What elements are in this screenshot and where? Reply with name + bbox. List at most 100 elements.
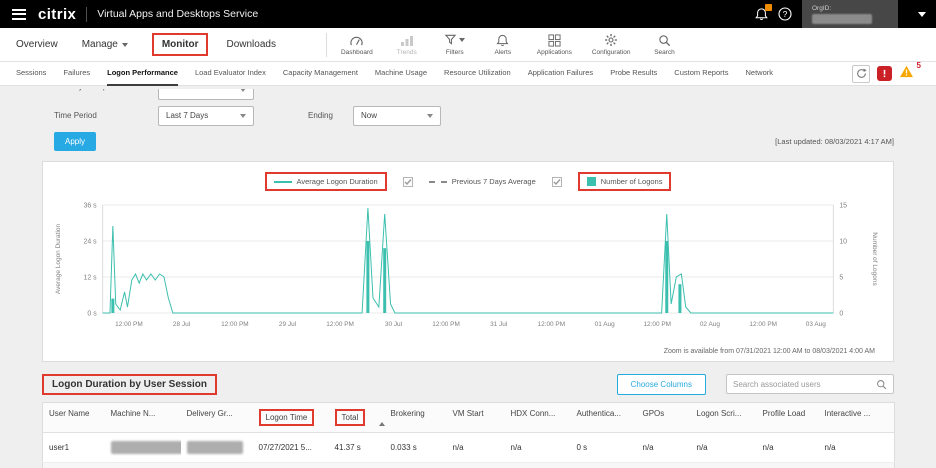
col-logon-scripts[interactable]: Logon Scri... xyxy=(691,403,757,433)
col-delivery-group[interactable]: Delivery Gr... xyxy=(181,403,253,433)
refresh-icon xyxy=(856,68,867,79)
error-alert-icon[interactable] xyxy=(877,66,892,81)
redacted-machine-name xyxy=(111,441,181,454)
delivery-group-label: Delivery Group xyxy=(54,89,107,91)
time-period-select[interactable]: Last 7 Days xyxy=(158,106,254,126)
svg-text:24 s: 24 s xyxy=(84,238,98,245)
svg-text:31 Jul: 31 Jul xyxy=(490,321,507,328)
chart-legend: Average Logon Duration Previous 7 Days A… xyxy=(51,172,885,191)
filters-button[interactable]: Filters xyxy=(441,33,469,56)
tab-machine-usage[interactable]: Machine Usage xyxy=(375,62,427,86)
svg-text:29 Jul: 29 Jul xyxy=(279,321,296,328)
nav-tools: Dashboard Trends Filters Alerts Applicat… xyxy=(341,33,679,56)
svg-text:30 Jul: 30 Jul xyxy=(385,321,402,328)
legend-average-logon-duration: Average Logon Duration xyxy=(265,172,387,191)
applications-button[interactable]: Applications xyxy=(537,33,572,56)
top-bar: citrix Virtual Apps and Desktops Service… xyxy=(0,0,936,28)
tab-capacity-management[interactable]: Capacity Management xyxy=(283,62,358,86)
dashed-line-swatch-icon xyxy=(429,181,447,183)
svg-text:12:00 PM: 12:00 PM xyxy=(643,321,671,328)
col-user-name[interactable]: User Name xyxy=(43,403,105,433)
tab-probe-results[interactable]: Probe Results xyxy=(610,62,657,86)
ending-select[interactable]: Now xyxy=(353,106,441,126)
col-profile-load[interactable]: Profile Load xyxy=(757,403,819,433)
svg-text:Average Logon Duration: Average Logon Duration xyxy=(55,223,62,294)
svg-text:28 Jul: 28 Jul xyxy=(173,321,190,328)
checkmark-icon xyxy=(553,178,561,186)
nav-item-manage[interactable]: Manage xyxy=(82,39,128,50)
col-authentication[interactable]: Authentica... xyxy=(571,403,637,433)
tab-logon-performance[interactable]: Logon Performance xyxy=(107,62,178,86)
dashboard-button[interactable]: Dashboard xyxy=(341,33,373,56)
funnel-icon xyxy=(444,33,457,48)
tab-load-evaluator-index[interactable]: Load Evaluator Index xyxy=(195,62,266,86)
associated-users-search[interactable] xyxy=(726,374,894,394)
col-hdx-connection[interactable]: HDX Conn... xyxy=(505,403,571,433)
apply-button[interactable]: Apply xyxy=(54,132,96,151)
gauge-icon xyxy=(349,33,364,47)
main-nav-bar: Overview Manage Monitor Downloads Dashbo… xyxy=(0,28,936,62)
svg-text:12 s: 12 s xyxy=(84,274,98,281)
nav-item-downloads[interactable]: Downloads xyxy=(226,39,275,50)
svg-text:02 Aug: 02 Aug xyxy=(700,321,720,328)
col-vm-start[interactable]: VM Start xyxy=(447,403,505,433)
tab-network[interactable]: Network xyxy=(745,62,773,86)
alerts-button[interactable]: Alerts xyxy=(489,33,517,56)
hamburger-menu-icon[interactable] xyxy=(10,5,28,24)
svg-text:12:00 PM: 12:00 PM xyxy=(326,321,354,328)
nav-item-overview[interactable]: Overview xyxy=(16,39,58,50)
trends-button[interactable]: Trends xyxy=(393,33,421,56)
chevron-down-icon xyxy=(240,114,246,118)
warning-alert-icon[interactable]: 5 xyxy=(899,65,920,83)
tab-custom-reports[interactable]: Custom Reports xyxy=(674,62,728,86)
logon-performance-chart[interactable]: 0 s12 s24 s36 s05101512:00 PM28 Jul12:00… xyxy=(51,195,885,345)
svg-text:03 Aug: 03 Aug xyxy=(806,321,826,328)
number-of-logons-checkbox[interactable] xyxy=(552,177,562,187)
notifications-bell-icon[interactable] xyxy=(755,7,768,21)
previous-average-checkbox[interactable] xyxy=(403,177,413,187)
apply-row: Apply [Last updated: 08/03/2021 4:17 AM] xyxy=(54,132,894,151)
search-input[interactable] xyxy=(733,380,876,389)
checkmark-icon xyxy=(404,178,412,186)
topbar-divider xyxy=(86,7,87,22)
col-logon-time[interactable]: Logon Time xyxy=(253,403,329,433)
zoom-availability-note: Zoom is available from 07/31/2021 12:00 … xyxy=(51,345,885,359)
nav-item-monitor[interactable]: Monitor xyxy=(152,33,209,56)
configuration-button[interactable]: Configuration xyxy=(592,33,631,56)
help-icon[interactable]: ? xyxy=(778,7,792,21)
account-chevron-down-icon[interactable] xyxy=(918,12,926,17)
refresh-button[interactable] xyxy=(852,65,870,83)
tab-application-failures[interactable]: Application Failures xyxy=(528,62,593,86)
table-row[interactable]: user1 07/30/2021 2... 36.29 s 0.03 s n/a… xyxy=(43,463,895,468)
svg-text:12:00 PM: 12:00 PM xyxy=(749,321,777,328)
col-interactive[interactable]: Interactive ... xyxy=(819,403,895,433)
trends-icon xyxy=(400,33,414,47)
col-total[interactable]: Total xyxy=(329,403,385,433)
delivery-group-select[interactable] xyxy=(158,89,254,100)
col-brokering[interactable]: Brokering xyxy=(385,403,447,433)
table-row[interactable]: user1 07/27/2021 5... 41.37 s 0.033 s n/… xyxy=(43,433,895,463)
col-gpos[interactable]: GPOs xyxy=(637,403,691,433)
redacted-org-id xyxy=(812,14,872,24)
search-button[interactable]: Search xyxy=(651,33,679,56)
choose-columns-button[interactable]: Choose Columns xyxy=(617,374,706,395)
svg-text:10: 10 xyxy=(839,238,847,245)
gear-icon xyxy=(604,33,618,47)
svg-text:15: 15 xyxy=(839,202,847,209)
monitor-sub-nav: Sessions Failures Logon Performance Load… xyxy=(0,62,936,86)
clipped-filter-row: Delivery Group xyxy=(54,89,894,102)
org-id-panel[interactable]: OrgID: xyxy=(802,0,898,28)
tab-sessions[interactable]: Sessions xyxy=(16,62,46,86)
time-period-value: Last 7 Days xyxy=(166,111,208,120)
nav-divider xyxy=(326,33,327,57)
svg-text:0: 0 xyxy=(839,310,843,317)
search-icon xyxy=(876,379,887,390)
last-updated-text: [Last updated: 08/03/2021 4:17 AM] xyxy=(775,137,894,146)
table-header: User Name Machine N... Delivery Gr... Lo… xyxy=(43,403,895,433)
line-swatch-icon xyxy=(274,181,292,183)
bar-swatch-icon xyxy=(587,177,596,186)
tab-failures[interactable]: Failures xyxy=(63,62,90,86)
tab-resource-utilization[interactable]: Resource Utilization xyxy=(444,62,511,86)
col-machine-name[interactable]: Machine N... xyxy=(105,403,181,433)
alert-bell-icon xyxy=(496,33,509,47)
